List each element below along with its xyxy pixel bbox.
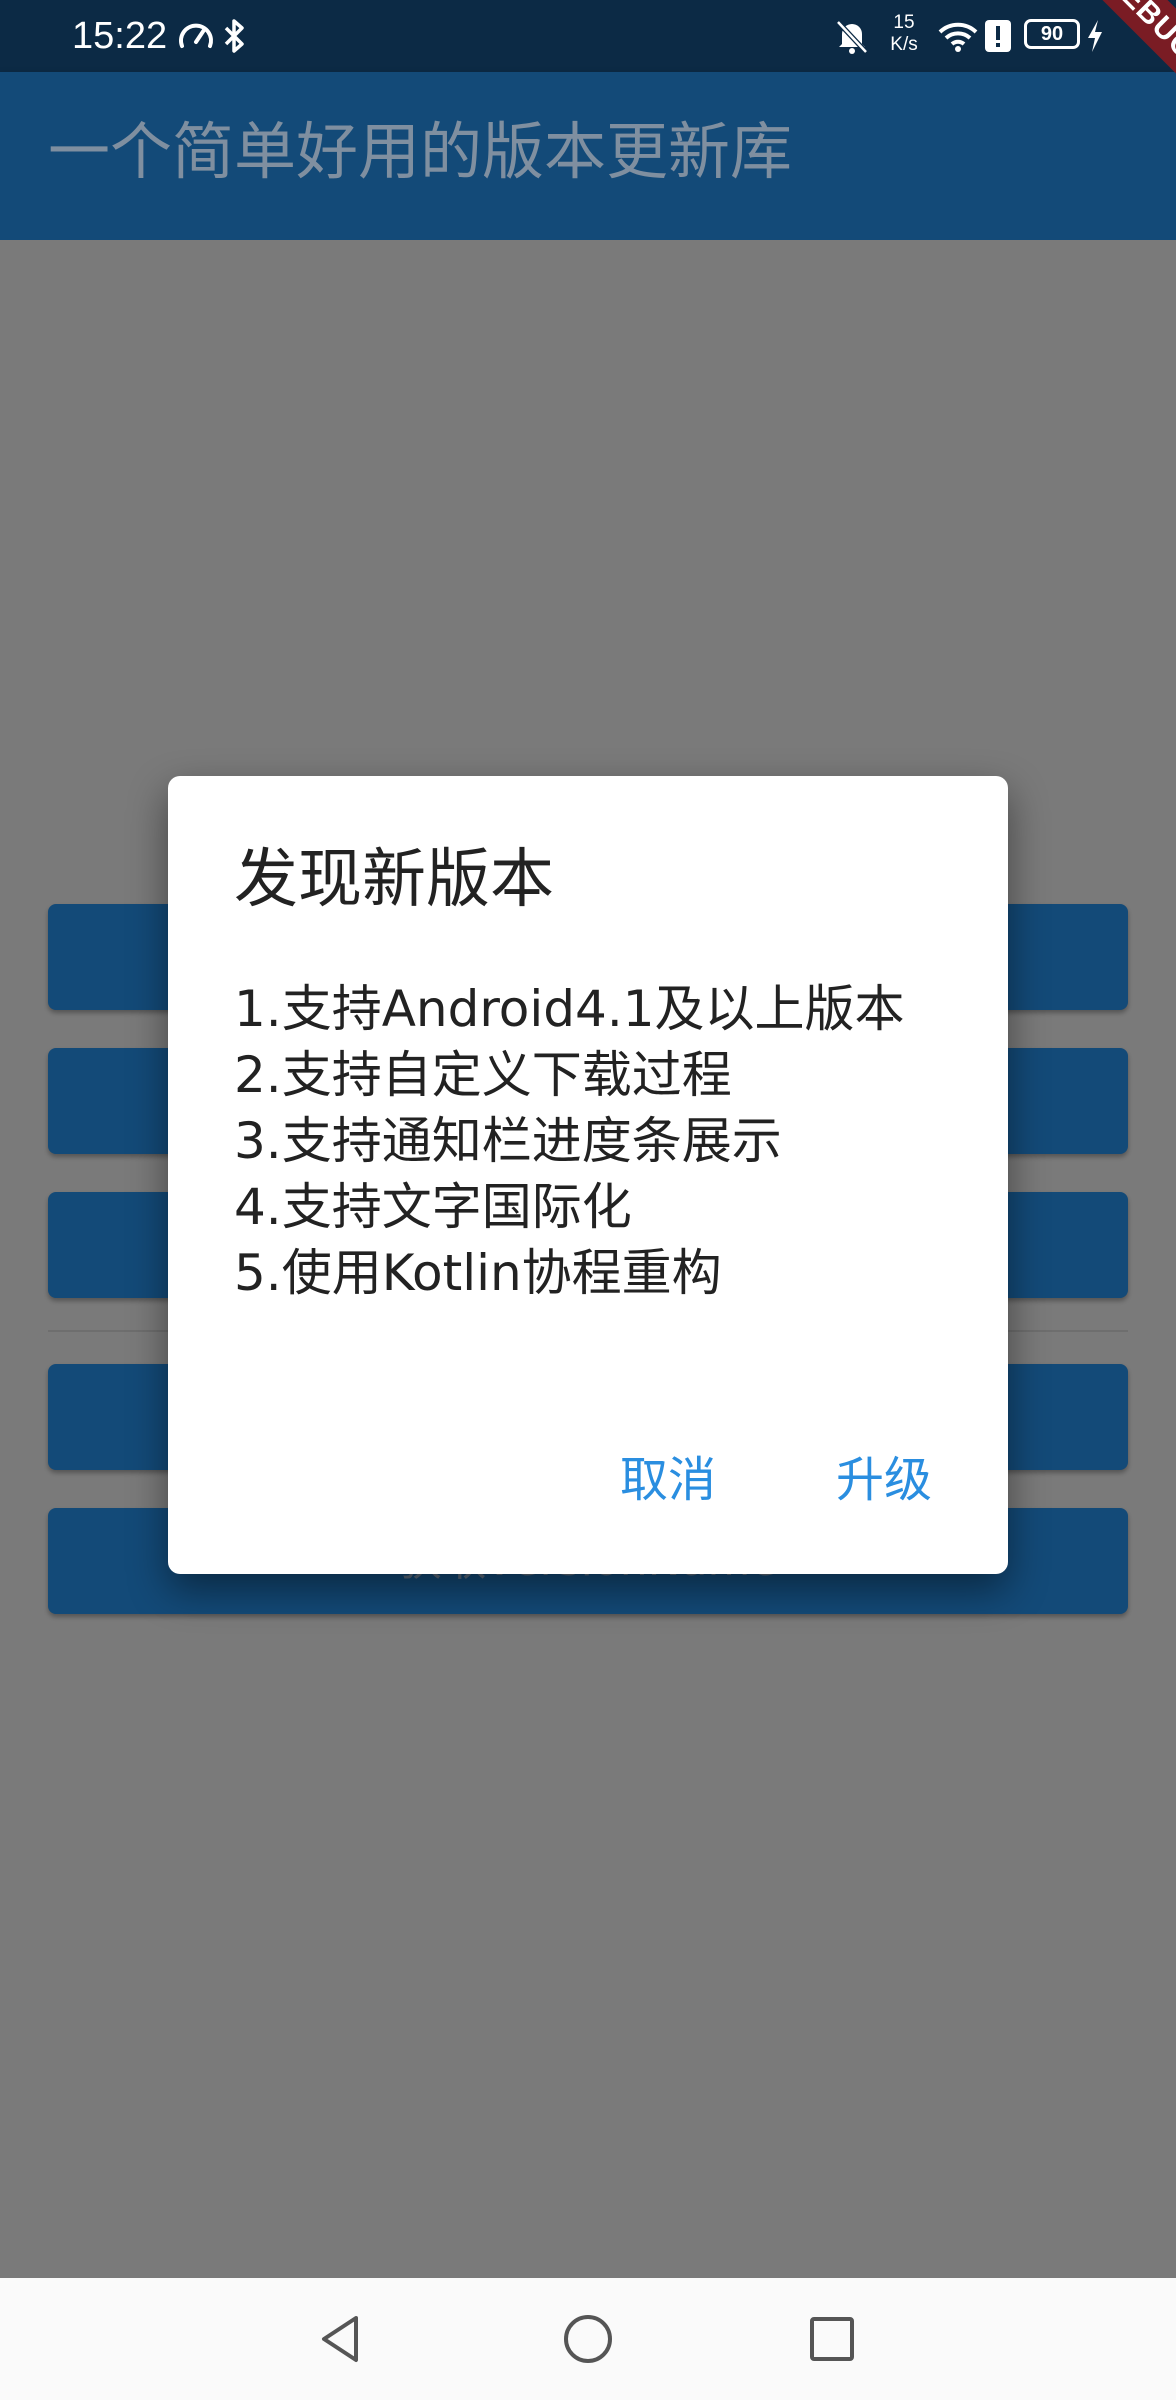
upgrade-button[interactable]: 升级 xyxy=(836,1440,932,1520)
changelog-line: 4.支持文字国际化 xyxy=(234,1178,632,1236)
network-speed: 15 K/s xyxy=(884,12,924,56)
network-speed-unit: K/s xyxy=(890,34,918,55)
dialog-changelog: 1.支持Android4.1及以上版本 2.支持自定义下载过程 3.支持通知栏进… xyxy=(234,976,974,1306)
status-bar: 15:22 15 K/s 90 xyxy=(0,0,1176,72)
back-icon[interactable] xyxy=(310,2308,372,2370)
app-title: 一个简单好用的版本更新库 xyxy=(48,115,793,188)
battery-level: 90 xyxy=(1040,23,1064,45)
battery-icon: 90 xyxy=(1024,19,1080,49)
wifi-icon xyxy=(938,16,978,56)
changelog-line: 5.使用Kotlin协程重构 xyxy=(234,1244,722,1302)
changelog-line: 3.支持通知栏进度条展示 xyxy=(234,1112,782,1170)
status-time: 15:22 xyxy=(72,15,168,57)
speed-gauge-icon xyxy=(176,16,216,56)
cancel-button[interactable]: 取消 xyxy=(620,1440,716,1520)
dialog-title: 发现新版本 xyxy=(234,843,554,917)
changelog-line: 2.支持自定义下载过程 xyxy=(234,1046,732,1104)
update-dialog: 发现新版本 1.支持Android4.1及以上版本 2.支持自定义下载过程 3.… xyxy=(168,776,1008,1574)
charging-icon xyxy=(1084,16,1106,56)
app-bar: 一个简单好用的版本更新库 xyxy=(0,72,1176,240)
home-icon[interactable] xyxy=(557,2308,619,2370)
changelog-line: 1.支持Android4.1及以上版本 xyxy=(234,980,905,1038)
bluetooth-icon xyxy=(222,16,248,56)
notifications-off-icon xyxy=(834,16,870,56)
navigation-bar xyxy=(0,2278,1176,2400)
recents-icon[interactable] xyxy=(801,2308,863,2370)
network-speed-value: 15 xyxy=(893,12,915,33)
alert-icon xyxy=(984,16,1012,56)
